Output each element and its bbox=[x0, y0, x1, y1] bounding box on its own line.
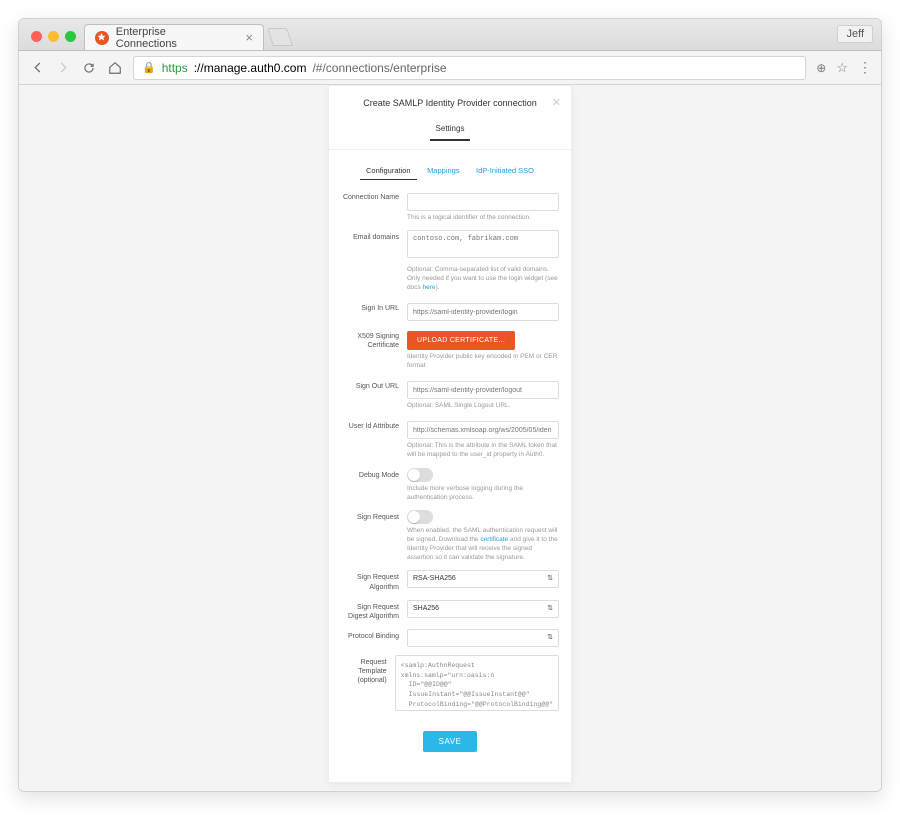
url-scheme: https bbox=[162, 61, 188, 75]
save-button[interactable]: SAVE bbox=[423, 731, 478, 752]
label-signin-url: Sign In URL bbox=[341, 301, 399, 322]
label-digest-algo: Sign Request Digest Algorithm bbox=[341, 600, 399, 621]
email-domains-input[interactable] bbox=[407, 230, 559, 258]
tab-settings[interactable]: Settings bbox=[430, 124, 471, 141]
auth0-favicon-icon bbox=[95, 31, 109, 45]
signin-url-input[interactable] bbox=[407, 303, 559, 321]
lock-icon: 🔒 bbox=[142, 61, 156, 74]
help-email-domains: Optional: Comma-separated list of valid … bbox=[407, 266, 559, 292]
reload-icon[interactable] bbox=[81, 60, 97, 76]
zoom-icon[interactable]: ⊕ bbox=[816, 61, 826, 75]
browser-window: Enterprise Connections × Jeff 🔒 https ://… bbox=[18, 18, 882, 792]
menu-icon[interactable]: ⋮ bbox=[858, 59, 871, 76]
help-sign-request: When enabled, the SAML authentication re… bbox=[407, 527, 559, 562]
label-protocol-binding: Protocol Binding bbox=[341, 629, 399, 647]
protocol-binding-select[interactable] bbox=[407, 629, 559, 647]
docs-link[interactable]: here bbox=[423, 284, 436, 291]
modal-subtabs: Settings bbox=[329, 114, 571, 150]
tab-configuration[interactable]: Configuration bbox=[360, 166, 417, 180]
certificate-link[interactable]: certificate bbox=[480, 536, 508, 543]
address-bar: 🔒 https ://manage.auth0.com /#/connections… bbox=[19, 51, 881, 85]
tab-mappings[interactable]: Mappings bbox=[421, 166, 466, 175]
help-x509: Identity Provider public key encoded in … bbox=[407, 353, 559, 371]
label-signout-url: Sign Out URL bbox=[341, 379, 399, 411]
close-modal-icon[interactable]: ✕ bbox=[552, 96, 561, 109]
inner-tabs: Configuration Mappings IdP-Initiated SSO bbox=[329, 150, 571, 186]
tab-idp-initiated[interactable]: IdP-Initiated SSO bbox=[470, 166, 540, 175]
userid-attr-input[interactable] bbox=[407, 421, 559, 439]
omnibox-actions: ⊕ ☆ ⋮ bbox=[816, 59, 871, 76]
minimize-window-icon[interactable] bbox=[48, 31, 59, 42]
label-email-domains: Email domains bbox=[341, 230, 399, 292]
create-connection-modal: Create SAMLP Identity Provider connectio… bbox=[328, 85, 572, 783]
label-x509: X509 Signing Certificate bbox=[341, 329, 399, 371]
label-userid-attr: User Id Attribute bbox=[341, 419, 399, 460]
help-userid: Optional: This is the attribute in the S… bbox=[407, 442, 559, 460]
sign-algorithm-select[interactable]: RSA-SHA256 bbox=[407, 570, 559, 588]
label-request-template: Request Template (optional) bbox=[341, 655, 387, 711]
new-tab-button[interactable] bbox=[267, 28, 293, 46]
url-field[interactable]: 🔒 https ://manage.auth0.com /#/connections… bbox=[133, 56, 806, 80]
back-icon[interactable] bbox=[29, 60, 45, 76]
request-template-input[interactable]: <samlp:AuthnRequest xmlns:samlp="urn:oas… bbox=[395, 655, 559, 711]
help-signout: Optional: SAML Single Logout URL. bbox=[407, 402, 559, 411]
home-icon[interactable] bbox=[107, 60, 123, 76]
help-connection-name: This is a logical identifier of the conn… bbox=[407, 214, 559, 223]
signout-url-input[interactable] bbox=[407, 381, 559, 399]
window-controls bbox=[27, 23, 84, 50]
profile-badge[interactable]: Jeff bbox=[837, 25, 873, 43]
tab-strip: Enterprise Connections × Jeff bbox=[19, 19, 881, 51]
label-connection-name: Connection Name bbox=[341, 190, 399, 222]
tab-title: Enterprise Connections bbox=[116, 26, 229, 50]
maximize-window-icon[interactable] bbox=[65, 31, 76, 42]
modal-header: Create SAMLP Identity Provider connectio… bbox=[329, 86, 571, 114]
close-window-icon[interactable] bbox=[31, 31, 42, 42]
forward-icon bbox=[55, 60, 71, 76]
page-viewport: Create SAMLP Identity Provider connectio… bbox=[19, 85, 881, 791]
close-tab-icon[interactable]: × bbox=[245, 31, 253, 44]
bookmark-icon[interactable]: ☆ bbox=[836, 60, 848, 76]
browser-tab[interactable]: Enterprise Connections × bbox=[84, 24, 264, 50]
url-path: /#/connections/enterprise bbox=[312, 61, 446, 75]
connection-form: Connection Name This is a logical identi… bbox=[329, 186, 571, 772]
sign-request-toggle[interactable] bbox=[407, 510, 433, 524]
help-debug: Include more verbose logging during the … bbox=[407, 485, 559, 503]
upload-certificate-button[interactable]: UPLOAD CERTIFICATE... bbox=[407, 331, 515, 350]
label-sign-algo: Sign Request Algorithm bbox=[341, 570, 399, 591]
label-debug-mode: Debug Mode bbox=[341, 468, 399, 503]
connection-name-input[interactable] bbox=[407, 193, 559, 211]
modal-title: Create SAMLP Identity Provider connectio… bbox=[339, 98, 561, 108]
url-host: ://manage.auth0.com bbox=[194, 61, 307, 75]
label-sign-request: Sign Request bbox=[341, 510, 399, 562]
digest-algorithm-select[interactable]: SHA256 bbox=[407, 600, 559, 618]
debug-mode-toggle[interactable] bbox=[407, 468, 433, 482]
